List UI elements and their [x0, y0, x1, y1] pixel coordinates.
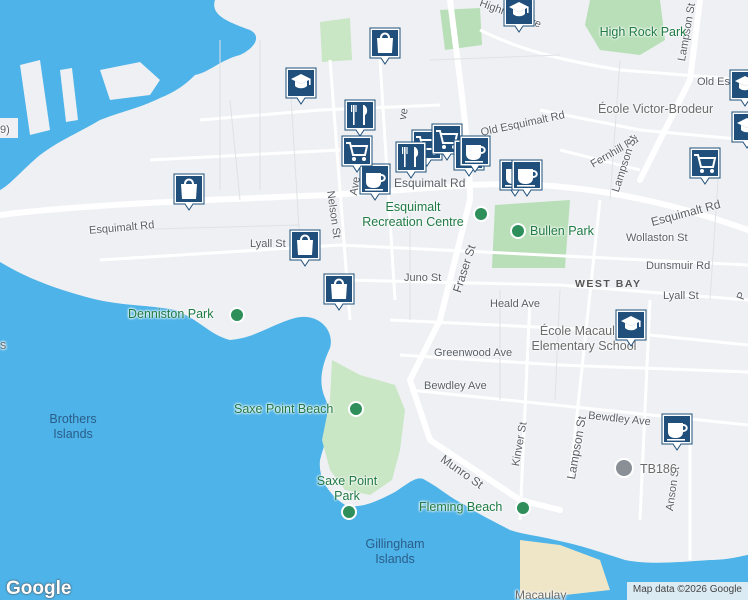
street-label: ve: [396, 107, 411, 121]
restaurant-icon[interactable]: [394, 140, 428, 180]
denniston-park-label[interactable]: Denniston Park: [128, 307, 213, 321]
museum-icon[interactable]: [614, 458, 634, 478]
coffee-cup-icon[interactable]: [458, 134, 492, 174]
street-label: Heald Ave: [490, 298, 540, 310]
coffee-cup-icon[interactable]: [660, 412, 694, 452]
google-logo[interactable]: Google: [6, 578, 71, 600]
street-label: Bewdley Ave: [424, 380, 487, 392]
edge-label: s: [0, 338, 7, 352]
graduation-cap-icon[interactable]: [728, 68, 748, 108]
bullen-park-label[interactable]: Bullen Park: [530, 224, 594, 238]
park-pin-icon[interactable]: [341, 504, 357, 520]
street-label: Juno St: [404, 272, 442, 284]
park-pin-icon[interactable]: [515, 500, 531, 516]
street-label: Old Es: [697, 76, 731, 88]
map-attribution[interactable]: Map data ©2026 Google: [626, 582, 748, 600]
graduation-cap-icon[interactable]: [614, 308, 648, 348]
saxe-point-park-label[interactable]: Saxe Point Park: [316, 474, 378, 504]
esquimalt-recreation-centre-label[interactable]: Esquimalt Recreation Centre: [354, 200, 472, 230]
ecole-victor-brodeur-label[interactable]: École Victor-Brodeur: [598, 102, 713, 116]
gillingham-islands-label: Gillingham Islands: [365, 537, 425, 566]
shopping-cart-icon[interactable]: [340, 134, 374, 174]
park-pin-icon[interactable]: [348, 401, 364, 417]
street-label: Wollaston St: [626, 232, 688, 244]
west-bay-label: WEST BAY: [575, 278, 642, 290]
restaurant-icon[interactable]: [343, 98, 377, 138]
shopping-bag-icon[interactable]: [368, 26, 402, 66]
brothers-islands-label: Brothers Islands: [49, 412, 97, 441]
shopping-bag-icon[interactable]: [172, 172, 206, 212]
graduation-cap-icon[interactable]: [502, 0, 536, 34]
saxe-point-beach-label[interactable]: Saxe Point Beach: [234, 402, 333, 416]
shopping-bag-icon[interactable]: [288, 228, 322, 268]
street-label: Greenwood Ave: [434, 347, 513, 359]
macaulay-label: Macaulay: [515, 588, 567, 600]
park-pin-icon[interactable]: [473, 206, 489, 222]
park-pin-icon[interactable]: [510, 223, 526, 239]
street-label: Lyall St: [663, 290, 699, 302]
street-label: Lyall St: [250, 238, 286, 250]
graduation-cap-icon[interactable]: [284, 66, 318, 106]
street-label: 9): [0, 124, 10, 136]
shopping-cart-icon[interactable]: [688, 146, 722, 186]
map-base-layer: [0, 0, 748, 600]
coffee-cup-icon[interactable]: [510, 158, 544, 198]
park-area: [440, 8, 482, 50]
map-view[interactable]: Highrock Ave Lampson St Old Es Old Esqui…: [0, 0, 748, 600]
fleming-beach-label[interactable]: Fleming Beach: [419, 500, 502, 514]
park-area: [320, 18, 352, 62]
street-label: Dunsmuir Rd: [646, 260, 711, 272]
shopping-bag-icon[interactable]: [322, 272, 356, 312]
park-pin-icon[interactable]: [229, 307, 245, 323]
high-rock-park-label[interactable]: High Rock Park: [598, 25, 688, 40]
graduation-cap-icon[interactable]: [730, 110, 748, 150]
tb186-label[interactable]: TB186: [640, 462, 677, 476]
